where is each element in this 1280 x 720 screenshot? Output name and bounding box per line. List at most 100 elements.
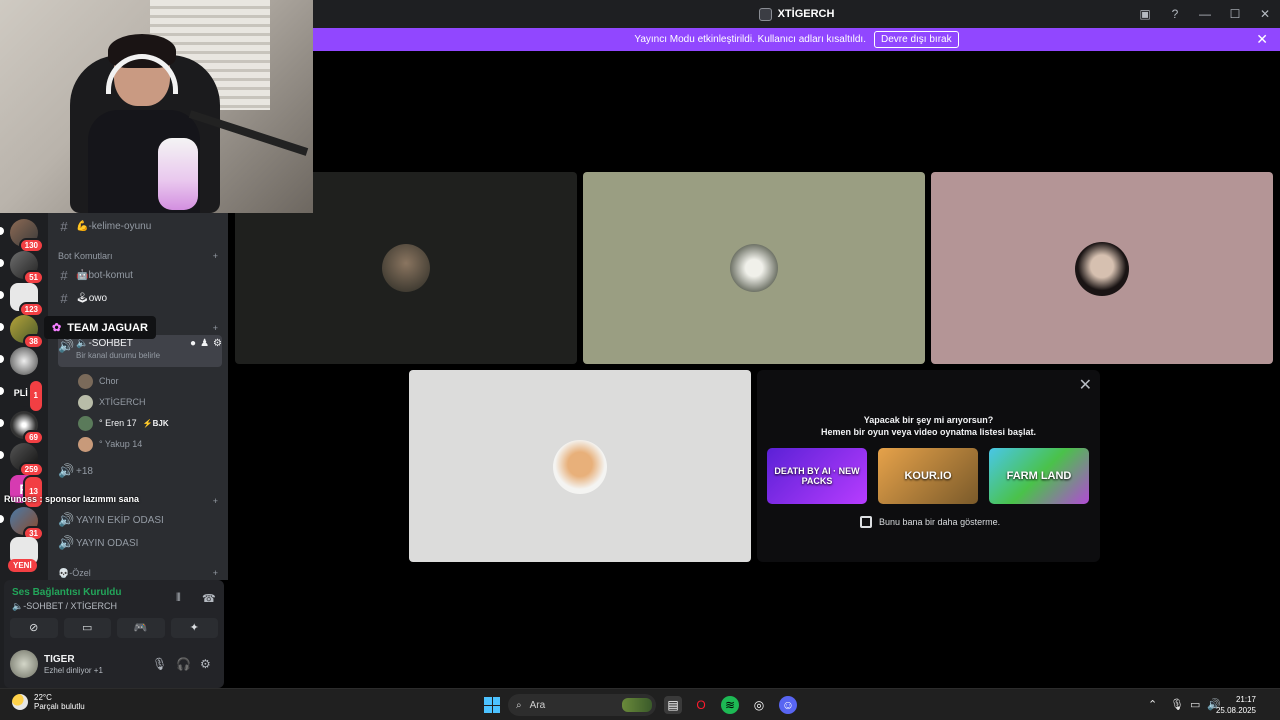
voice-channel-more[interactable]: 🔊 +18 xyxy=(58,461,222,481)
voice-channel-yayin[interactable]: 🔊 YAYIN ODASI xyxy=(58,533,222,553)
opera-gx-icon[interactable]: O xyxy=(692,696,710,714)
server-icon[interactable]: 130 xyxy=(10,219,44,253)
add-channel-icon[interactable]: + xyxy=(213,568,218,579)
voice-user[interactable]: XTİGERCH xyxy=(78,393,146,411)
checkbox[interactable] xyxy=(860,516,872,528)
webcam-overlay xyxy=(0,0,313,213)
soundboard-button[interactable]: ✦ xyxy=(170,618,218,638)
noise-suppression-icon[interactable]: ⦀ xyxy=(176,592,181,605)
voice-user[interactable]: ° Eren 17 ⚡BJK xyxy=(78,414,169,432)
avatar xyxy=(382,244,430,292)
add-channel-icon[interactable]: + xyxy=(213,251,218,261)
streamer-mode-banner: Yayıncı Modu etkinleştirildi. Kullanıcı … xyxy=(313,28,1280,51)
voice-user[interactable]: ° Yakup 14 xyxy=(78,435,142,453)
participant-tile[interactable] xyxy=(931,172,1273,364)
banner-close-icon[interactable]: ✕ xyxy=(1256,31,1268,48)
invite-icon[interactable]: ♟ xyxy=(200,338,209,349)
server-icon[interactable]: 123 xyxy=(10,283,44,317)
avatar xyxy=(553,440,607,494)
file-explorer-icon[interactable]: ▤ xyxy=(664,696,682,714)
text-channel-icon: # xyxy=(60,290,68,306)
game-kour-io[interactable]: KOUR.IO xyxy=(878,448,978,504)
voice-channel-icon: 🔊 xyxy=(58,535,75,550)
maximize-button[interactable]: ☐ xyxy=(1220,7,1250,21)
discord-icon[interactable]: ☺ xyxy=(779,696,797,714)
server-icon[interactable]: 259 xyxy=(10,443,44,477)
window-title: XTİGERCH xyxy=(758,7,834,21)
help-icon[interactable]: ? xyxy=(1160,7,1190,21)
voice-channel-yayin-ekip[interactable]: 🔊 YAYIN EKİP ODASI xyxy=(58,510,222,530)
avatar xyxy=(78,436,93,452)
stream-chat-ticker: Runoss : sponsor lazımmı sana xyxy=(4,494,140,504)
minimize-button[interactable]: — xyxy=(1190,7,1220,21)
voice-location[interactable]: 🔈-SOHBET / XTİGERCH xyxy=(12,601,117,612)
channel-kelime-oyunu[interactable]: # 💪-kelime-oyunu xyxy=(58,216,222,236)
weather-icon xyxy=(12,694,28,710)
close-window-button[interactable]: ✕ xyxy=(1250,7,1280,21)
server-icon[interactable]: 31 xyxy=(10,507,44,541)
add-channel-icon[interactable]: + xyxy=(213,323,218,333)
title-bar: XTİGERCH ▣ ? — ☐ ✕ xyxy=(313,0,1280,28)
settings-gear-icon[interactable]: ⚙ xyxy=(200,657,211,671)
start-button[interactable] xyxy=(484,697,500,713)
voice-channel-icon: 🔊 xyxy=(58,463,75,478)
activity-button[interactable]: 🎮 xyxy=(117,618,165,638)
username[interactable]: TIGER xyxy=(44,654,75,665)
server-icon[interactable]: 51 xyxy=(10,251,44,285)
game-farm-land[interactable]: FARM LAND xyxy=(989,448,1089,504)
text-channel-icon: # xyxy=(60,267,68,283)
server-icon[interactable] xyxy=(10,347,38,375)
disconnect-icon[interactable]: ☎ xyxy=(202,592,216,605)
server-flower-icon: ✿ xyxy=(52,322,62,334)
microphone-icon[interactable]: 🎙 xyxy=(1170,698,1184,711)
game-death-by-ai[interactable]: DEATH BY AI · NEW PACKS xyxy=(767,448,867,504)
new-badge: YENİ xyxy=(8,559,37,572)
user-panel: TIGER Ezhel dinliyor +1 🎙 🎧 ⚙ xyxy=(4,642,224,688)
avatar xyxy=(1075,242,1129,296)
close-icon[interactable]: ✕ xyxy=(1079,375,1092,395)
search-highlight-image xyxy=(622,698,652,712)
microphone-icon[interactable]: 🎙 xyxy=(152,657,167,671)
avatar xyxy=(78,373,93,389)
settings-gear-icon[interactable]: ⚙ xyxy=(213,338,222,349)
search-icon: ⌕ xyxy=(516,699,522,711)
activity-suggestion-card: ✕ Yapacak bir şey mi arıyorsun? Hemen bi… xyxy=(757,370,1100,562)
microphone-icon xyxy=(158,138,198,210)
voice-user[interactable]: Chor xyxy=(78,372,119,390)
voice-channel-icon: 🔊 xyxy=(58,338,75,353)
taskbar-search[interactable]: ⌕ Ara xyxy=(508,694,656,716)
unread-pill xyxy=(0,227,4,235)
banner-message: Yayıncı Modu etkinleştirildi. Kullanıcı … xyxy=(634,34,866,45)
server-icon[interactable]: 69 xyxy=(10,411,44,445)
camera-off-button[interactable]: ⊘ xyxy=(10,618,58,638)
weather-widget[interactable]: 22°C Parçalı bulutlu xyxy=(12,693,85,711)
user-activity: Ezhel dinliyor +1 xyxy=(44,666,103,675)
voice-status[interactable]: Ses Bağlantısı Kuruldu xyxy=(12,587,121,598)
participant-tile[interactable] xyxy=(583,172,925,364)
disable-streamer-mode-button[interactable]: Devre dışı bırak xyxy=(874,31,959,48)
voice-channel-icon: 🔊 xyxy=(58,512,75,527)
server-icon[interactable]: PLİC 1 xyxy=(10,379,44,413)
inbox-icon[interactable]: ▣ xyxy=(1130,7,1160,21)
voice-channel-sohbet[interactable]: 🔊 🔈-SOHBET Bir kanal durumu belirle ● ♟ … xyxy=(58,335,222,367)
network-icon[interactable]: ▭ xyxy=(1190,698,1200,711)
participant-tile[interactable] xyxy=(409,370,751,562)
screen-share-button[interactable]: ▭ xyxy=(63,618,111,638)
category-bot-komutlari[interactable]: Bot Komutları + xyxy=(58,251,218,261)
avatar xyxy=(78,394,93,410)
voice-connection-panel: Ses Bağlantısı Kuruldu 🔈-SOHBET / XTİGER… xyxy=(4,580,224,642)
channel-bot-komut[interactable]: # 🤖bot-komut xyxy=(58,265,222,285)
add-channel-icon[interactable]: + xyxy=(213,496,218,506)
spotify-icon[interactable]: ≋ xyxy=(721,696,739,714)
chevron-up-icon[interactable]: ⌃ xyxy=(1148,698,1157,711)
avatar xyxy=(730,244,778,292)
steam-icon[interactable]: ◎ xyxy=(750,696,768,714)
headphone-icon[interactable]: 🎧 xyxy=(176,657,191,671)
clock[interactable]: 21:17 25.08.2025 xyxy=(1216,694,1256,716)
category-ozel[interactable]: 💀-Özel + xyxy=(58,568,218,579)
server-icon[interactable]: 38 xyxy=(10,315,44,349)
avatar[interactable] xyxy=(10,650,38,678)
chat-icon[interactable]: ● xyxy=(190,338,196,349)
dont-show-again[interactable]: Bunu bana bir daha gösterme. xyxy=(860,516,1000,528)
channel-owo[interactable]: # 🕹owo xyxy=(58,288,222,308)
